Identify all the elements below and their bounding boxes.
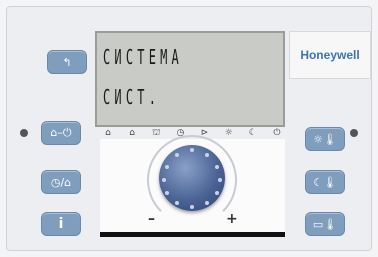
holiday-thermometer-icon: ▭🌡 [312, 217, 338, 231]
sun-icon: ☼ [224, 128, 233, 138]
info-icon: i [58, 216, 64, 232]
brand-box: Honeywell [289, 31, 371, 79]
lcd-line-1: СИСТЕМА [103, 45, 183, 69]
power-icon: ⏻ [273, 128, 281, 138]
sun-thermometer-icon: ☼🌡 [313, 132, 337, 146]
brand-logo: Honeywell [300, 48, 360, 62]
lcd-line-2: СИСТ. [103, 85, 161, 109]
rotary-knob[interactable] [159, 145, 225, 211]
building-icon: ⛫ [152, 127, 161, 138]
dial-bottom-bar [100, 232, 285, 237]
dial-area: – + [100, 135, 285, 237]
left-indicator-dot [20, 129, 28, 137]
home-icon: ⌂ [105, 128, 111, 138]
dial-minus-label: – [148, 211, 155, 227]
moon-icon: ☾ [248, 128, 257, 138]
right-indicator-dot [350, 129, 358, 137]
night-temperature-button[interactable]: ☾🌡 [305, 170, 345, 194]
lcd-display: СИСТЕМА СИСТ. [95, 31, 285, 127]
home-occupancy-button[interactable]: ⌂–⏻ [41, 121, 81, 145]
day-temperature-button[interactable]: ☼🌡 [305, 127, 345, 151]
info-button[interactable]: i [41, 212, 81, 236]
back-button[interactable]: ↰ [47, 50, 87, 74]
home-power-icon: ⌂–⏻ [50, 126, 72, 139]
holiday-temperature-button[interactable]: ▭🌡 [305, 212, 345, 236]
house-icon: ⌂ [129, 128, 135, 138]
clock-mode-button[interactable]: ◷/⌂ [41, 170, 81, 194]
dial-plus-label: + [226, 211, 238, 227]
back-icon: ↰ [62, 55, 72, 69]
clock-home-icon: ◷/⌂ [50, 175, 72, 189]
moon-thermometer-icon: ☾🌡 [313, 175, 337, 189]
